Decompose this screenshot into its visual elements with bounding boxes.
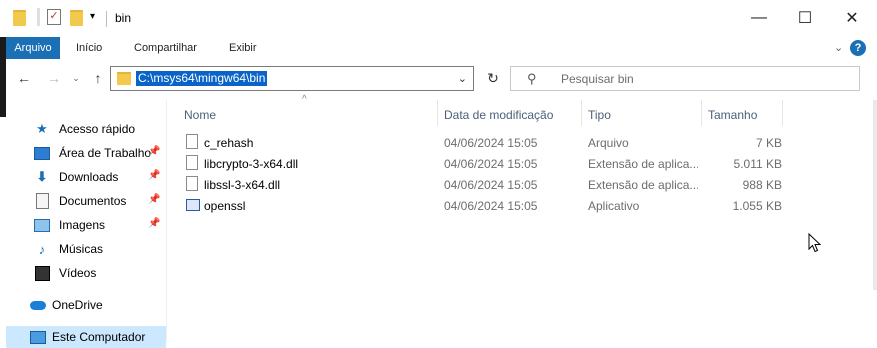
file-size: 988 KB: [742, 178, 782, 192]
column-divider[interactable]: [581, 100, 582, 126]
divider: [37, 8, 40, 26]
computer-icon: [30, 329, 46, 345]
address-bar[interactable]: C:\msys64\mingw64\bin ⌄: [110, 66, 474, 91]
help-icon[interactable]: ?: [850, 40, 866, 56]
title-bar: ✓ ▾ bin — ☐ ✕: [0, 0, 877, 37]
dll-file-icon: [186, 155, 198, 170]
tab-arquivo[interactable]: Arquivo: [6, 37, 60, 59]
recent-locations-icon[interactable]: ⌄: [66, 68, 86, 88]
tab-exibir[interactable]: Exibir: [221, 37, 265, 59]
file-name: libcrypto-3-x64.dll: [204, 157, 299, 171]
table-row[interactable]: libssl-3-x64.dll 04/06/2024 15:05 Extens…: [182, 174, 782, 195]
sidebar-item-label: Este Computador: [52, 330, 146, 344]
sort-up-icon: ^: [302, 94, 307, 105]
column-header-size[interactable]: Tamanho: [708, 108, 757, 122]
table-row[interactable]: openssl 04/06/2024 15:05 Aplicativo 1.05…: [182, 195, 782, 216]
file-size: 5.011 KB: [733, 157, 782, 171]
pin-icon: 📌: [148, 146, 161, 157]
download-icon: ⬇: [36, 169, 48, 184]
file-date: 04/06/2024 15:05: [444, 157, 538, 171]
title-separator: [106, 11, 107, 27]
sidebar-item-label: Acesso rápido: [59, 122, 136, 136]
sidebar-item-documentos[interactable]: Documentos 📌: [6, 190, 166, 212]
sidebar-item-label: Downloads: [59, 170, 119, 184]
star-icon: ★: [36, 121, 48, 136]
forward-arrow-icon[interactable]: →: [44, 68, 64, 88]
search-input[interactable]: ⚲ Pesquisar bin: [510, 66, 860, 91]
sidebar-item-imagens[interactable]: Imagens 📌: [6, 214, 166, 236]
pin-icon: 📌: [148, 218, 161, 229]
refresh-icon[interactable]: ↻: [482, 66, 504, 91]
search-icon: ⚲: [527, 71, 537, 86]
maximize-button[interactable]: ☐: [793, 6, 817, 30]
music-icon: ♪: [38, 241, 46, 257]
desktop-icon: [34, 145, 50, 161]
up-arrow-icon[interactable]: ↑: [88, 68, 108, 88]
file-date: 04/06/2024 15:05: [444, 199, 538, 213]
file-type: Extensão de aplica...: [588, 157, 698, 171]
sidebar-item-acesso-rapido[interactable]: ★ Acesso rápido: [6, 118, 166, 140]
pin-icon: 📌: [148, 194, 161, 205]
video-icon: [34, 265, 50, 281]
column-header-name[interactable]: Nome: [184, 108, 216, 122]
column-divider[interactable]: [782, 100, 783, 126]
mouse-cursor-icon: [808, 233, 822, 253]
window-edge: [873, 100, 877, 290]
file-date: 04/06/2024 15:05: [444, 178, 538, 192]
address-path[interactable]: C:\msys64\mingw64\bin: [136, 71, 268, 86]
file-name: c_rehash: [204, 136, 254, 150]
sidebar-item-label: OneDrive: [52, 298, 103, 312]
pane-splitter[interactable]: [166, 100, 167, 341]
file-name: libssl-3-x64.dll: [204, 178, 281, 192]
file-type: Aplicativo: [588, 199, 640, 213]
documents-icon: [34, 193, 50, 209]
chevron-down-icon[interactable]: ⌄: [458, 72, 467, 85]
application-icon: [186, 199, 200, 211]
minimize-button[interactable]: —: [747, 6, 771, 30]
sidebar-item-label: Documentos: [59, 194, 127, 208]
close-button[interactable]: ✕: [840, 6, 864, 30]
sidebar-item-label: Músicas: [59, 242, 104, 256]
column-header-type[interactable]: Tipo: [588, 108, 611, 122]
column-divider[interactable]: [437, 100, 438, 126]
file-size: 1.055 KB: [732, 199, 782, 213]
file-type: Extensão de aplica...: [588, 178, 698, 192]
sidebar-item-musicas[interactable]: ♪ Músicas: [6, 238, 166, 260]
file-list: ^ Nome Data de modificação Tipo Tamanho …: [172, 94, 877, 341]
properties-icon[interactable]: ✓: [47, 9, 61, 25]
customize-toolbar-icon[interactable]: ▾: [90, 11, 95, 22]
cloud-icon: [30, 297, 46, 313]
file-type: Arquivo: [588, 136, 629, 150]
dll-file-icon: [186, 176, 198, 191]
sidebar-item-label: Área de Trabalho: [59, 146, 152, 160]
file-size: 7 KB: [755, 136, 782, 150]
back-arrow-icon[interactable]: ←: [14, 68, 34, 88]
table-row[interactable]: libcrypto-3-x64.dll 04/06/2024 15:05 Ext…: [182, 153, 782, 174]
table-row[interactable]: c_rehash 04/06/2024 15:05 Arquivo 7 KB: [182, 132, 782, 153]
navigation-pane: ★ Acesso rápido Área de Trabalho 📌 ⬇ Dow…: [6, 100, 166, 348]
sidebar-item-videos[interactable]: Vídeos: [6, 262, 166, 284]
sidebar-item-este-computador[interactable]: Este Computador: [6, 326, 166, 348]
window-title: bin: [115, 11, 132, 25]
file-icon: [186, 134, 198, 149]
pictures-icon: [34, 217, 50, 233]
ribbon-tabs: Arquivo Início Compartilhar Exibir ⌄ ?: [6, 37, 877, 59]
folder-icon: [117, 72, 131, 85]
pin-icon: 📌: [148, 170, 161, 181]
tab-inicio[interactable]: Início: [68, 37, 110, 59]
column-header-date[interactable]: Data de modificação: [444, 108, 553, 122]
sidebar-item-label: Vídeos: [59, 266, 97, 280]
sidebar-item-downloads[interactable]: ⬇ Downloads 📌: [6, 166, 166, 188]
folder-icon[interactable]: [13, 10, 26, 26]
sidebar-item-label: Imagens: [59, 218, 106, 232]
chevron-down-icon[interactable]: ⌄: [826, 37, 851, 59]
new-folder-icon[interactable]: [70, 10, 83, 26]
sidebar-item-area-de-trabalho[interactable]: Área de Trabalho 📌: [6, 142, 166, 164]
sidebar-item-onedrive[interactable]: OneDrive: [6, 294, 166, 316]
file-name: openssl: [204, 199, 246, 213]
search-placeholder: Pesquisar bin: [561, 72, 634, 86]
file-date: 04/06/2024 15:05: [444, 136, 538, 150]
column-divider[interactable]: [701, 100, 702, 126]
tab-compartilhar[interactable]: Compartilhar: [126, 37, 205, 59]
